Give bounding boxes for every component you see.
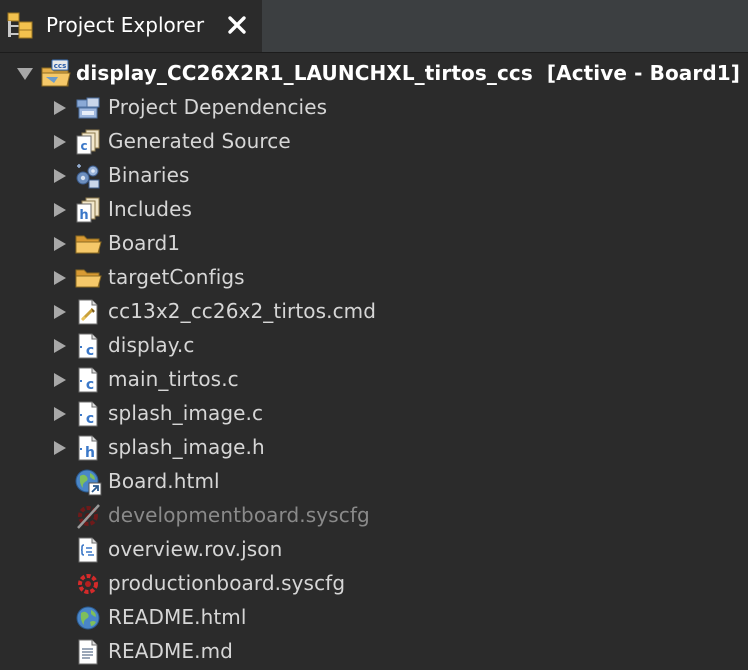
svg-text:h: h bbox=[79, 208, 88, 223]
svg-text:ccs: ccs bbox=[54, 62, 66, 70]
svg-text:h: h bbox=[85, 445, 95, 461]
expand-arrow-right-icon[interactable] bbox=[52, 372, 68, 388]
c-file-icon: c bbox=[78, 367, 98, 393]
tree-item[interactable]: Project Dependencies bbox=[0, 91, 748, 125]
tree-item[interactable]: h Includes bbox=[0, 193, 748, 227]
tree-item[interactable]: targetConfigs bbox=[0, 261, 748, 295]
tree-item-label: developmentboard.syscfg bbox=[108, 503, 370, 527]
expand-arrow-right-icon[interactable] bbox=[52, 202, 68, 218]
tree-item-label: splash_image.h bbox=[108, 435, 265, 459]
tree-item[interactable]: cc13x2_cc26x2_tirtos.cmd bbox=[0, 295, 748, 329]
tree-item-label: Board1 bbox=[108, 231, 181, 255]
expand-arrow-right-icon[interactable] bbox=[52, 440, 68, 456]
expand-arrow-right-icon[interactable] bbox=[52, 100, 68, 116]
project-dependencies-icon bbox=[76, 97, 100, 119]
tree-item-label: targetConfigs bbox=[108, 265, 245, 289]
folder-icon bbox=[75, 235, 102, 254]
expand-arrow-right-icon[interactable] bbox=[52, 304, 68, 320]
cmd-file-icon bbox=[78, 299, 98, 325]
text-file-icon bbox=[78, 639, 98, 665]
expand-arrow-right-icon[interactable] bbox=[52, 134, 68, 150]
syscfg-disabled-icon bbox=[77, 504, 100, 529]
tree-item-label: productionboard.syscfg bbox=[108, 571, 346, 595]
tree-item[interactable]: Board.html bbox=[0, 465, 748, 499]
tree-item[interactable]: productionboard.syscfg bbox=[0, 567, 748, 601]
expand-arrow-down-icon[interactable] bbox=[16, 65, 34, 83]
tree-item-label: README.md bbox=[108, 639, 233, 663]
tree-item[interactable]: Board1 bbox=[0, 227, 748, 261]
json-file-icon bbox=[78, 537, 98, 563]
expand-arrow-right-icon[interactable] bbox=[52, 406, 68, 422]
view-tab-bar: Project Explorer bbox=[0, 0, 748, 53]
tree-item[interactable]: c splash_image.c bbox=[0, 397, 748, 431]
html-file-icon bbox=[76, 606, 100, 630]
tree-item[interactable]: c main_tirtos.c bbox=[0, 363, 748, 397]
tree-item-label: main_tirtos.c bbox=[108, 367, 239, 391]
tab-title: Project Explorer bbox=[46, 13, 205, 37]
tab-project-explorer[interactable]: Project Explorer bbox=[0, 0, 263, 52]
tree-item[interactable]: c display.c bbox=[0, 329, 748, 363]
tree-item-label: Board.html bbox=[108, 469, 220, 493]
project-active-status: [Active - Board1] bbox=[546, 61, 741, 85]
includes-icon: h bbox=[76, 197, 100, 223]
h-file-icon: h bbox=[78, 435, 98, 461]
tree-item-label: Binaries bbox=[108, 163, 190, 187]
ccs-project-icon: ccs bbox=[41, 59, 71, 87]
close-icon[interactable] bbox=[226, 14, 248, 36]
svg-text:c: c bbox=[86, 377, 94, 393]
tree-item[interactable]: README.html bbox=[0, 601, 748, 635]
tree-item[interactable]: developmentboard.syscfg bbox=[0, 499, 748, 533]
tree-item[interactable]: c Generated Source bbox=[0, 125, 748, 159]
tree-item-label: splash_image.c bbox=[108, 401, 264, 425]
expand-arrow-right-icon[interactable] bbox=[52, 270, 68, 286]
tree-item[interactable]: README.md bbox=[0, 635, 748, 669]
expand-arrow-right-icon[interactable] bbox=[52, 168, 68, 184]
svg-text:c: c bbox=[86, 411, 94, 427]
folder-icon bbox=[75, 269, 102, 288]
html-link-icon bbox=[75, 469, 102, 496]
tree-item-label: Generated Source bbox=[108, 129, 291, 153]
tree-item-label: README.html bbox=[108, 605, 247, 629]
tree-item-label: Includes bbox=[108, 197, 193, 221]
tree-item[interactable]: h splash_image.h bbox=[0, 431, 748, 465]
syscfg-icon bbox=[78, 574, 98, 594]
tree-item-label: cc13x2_cc26x2_tirtos.cmd bbox=[108, 299, 377, 323]
tree-item-label: overview.rov.json bbox=[108, 537, 283, 561]
generated-source-icon: c bbox=[76, 129, 100, 155]
tree-item-project-root[interactable]: ccs display_CC26X2R1_LAUNCHXL_tirtos_ccs… bbox=[0, 57, 748, 91]
svg-text:c: c bbox=[86, 343, 94, 359]
expand-arrow-right-icon[interactable] bbox=[52, 338, 68, 354]
tree-item-label: display.c bbox=[108, 333, 195, 357]
tree-item-label: Project Dependencies bbox=[108, 95, 328, 119]
project-name: display_CC26X2R1_LAUNCHXL_tirtos_ccs [Act… bbox=[76, 61, 741, 85]
c-file-icon: c bbox=[78, 401, 98, 427]
tree-item[interactable]: Binaries bbox=[0, 159, 748, 193]
expand-arrow-right-icon[interactable] bbox=[52, 236, 68, 252]
project-explorer-icon bbox=[7, 12, 33, 39]
c-file-icon: c bbox=[78, 333, 98, 359]
binaries-icon bbox=[76, 164, 100, 189]
tree-item[interactable]: overview.rov.json bbox=[0, 533, 748, 567]
svg-text:c: c bbox=[80, 139, 87, 153]
tab-bar-empty-area bbox=[262, 0, 748, 52]
